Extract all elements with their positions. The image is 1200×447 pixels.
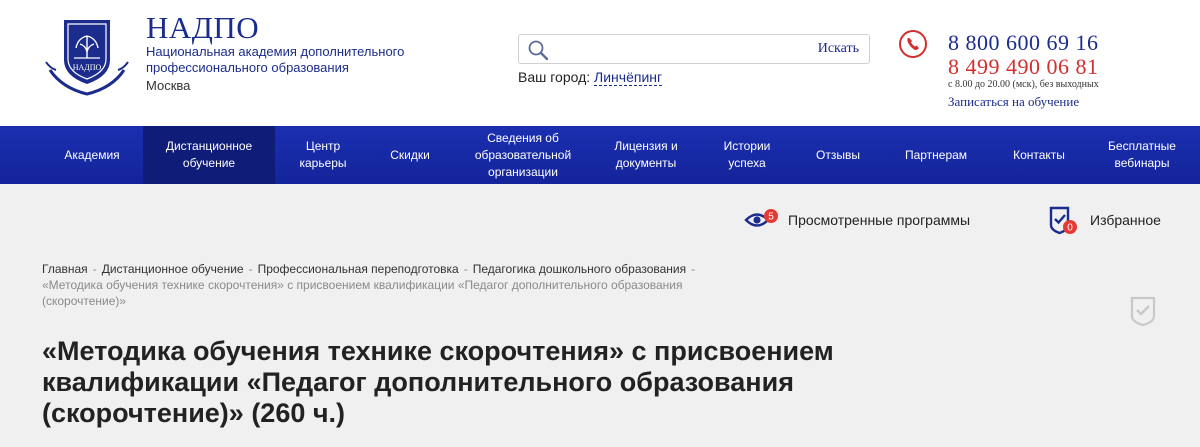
nav-item-contacts[interactable]: Контакты [994, 126, 1084, 184]
site-header: НАДПО НАДПО Национальная академия дополн… [0, 0, 1200, 126]
phone-primary[interactable]: 8 800 600 69 16 [948, 30, 1099, 56]
working-hours: с 8.00 до 20.00 (мск), без выходных [948, 79, 1099, 90]
nav-item-academy[interactable]: Академия [44, 126, 140, 184]
brand-city: Москва [146, 78, 191, 93]
breadcrumb: Главная - Дистанционное обучение - Профессио… [42, 261, 762, 309]
add-to-favorites-icon[interactable] [1130, 296, 1156, 326]
nav-item-success-stories[interactable]: Истории успеха [706, 126, 788, 184]
brand-title[interactable]: НАДПО [146, 12, 259, 44]
breadcrumb-home[interactable]: Главная [42, 262, 88, 276]
breadcrumb-separator: - [248, 262, 253, 276]
search-box: Искать [518, 34, 870, 64]
favorites-link[interactable]: Избранное [1090, 212, 1161, 228]
nav-item-license[interactable]: Лицензия и документы [600, 126, 692, 184]
nav-item-discounts[interactable]: Скидки [370, 126, 450, 184]
city-link[interactable]: Линчёпинг [594, 69, 663, 86]
academy-logo[interactable]: НАДПО [42, 14, 132, 98]
breadcrumb-retraining[interactable]: Профессиональная переподготовка [258, 262, 459, 276]
logo-text: НАДПО [73, 63, 102, 72]
breadcrumb-separator: - [92, 262, 97, 276]
nav-item-partners[interactable]: Партнерам [890, 126, 982, 184]
city-label: Ваш город: [518, 69, 591, 85]
breadcrumb-current: «Методика обучения технике скорочтения» … [42, 278, 683, 308]
search-input[interactable] [555, 38, 805, 60]
favorites-icon[interactable]: 0 [1048, 205, 1078, 235]
breadcrumb-separator: - [463, 262, 468, 276]
favorites-count-badge: 0 [1067, 223, 1073, 234]
breadcrumb-preschool-pedagogy[interactable]: Педагогика дошкольного образования [473, 262, 686, 276]
brand-subtitle: Национальная академия дополнительного пр… [146, 44, 405, 75]
nav-item-reviews[interactable]: Отзывы [798, 126, 878, 184]
eye-icon[interactable]: 5 [744, 207, 780, 233]
nav-item-free-webinars[interactable]: Бесплатные вебинары [1094, 126, 1190, 184]
phone-icon [899, 30, 927, 58]
breadcrumb-separator: - [691, 262, 696, 276]
search-icon [528, 40, 549, 61]
page-title: «Методика обучения технике скорочтения» … [42, 336, 834, 428]
viewed-count-badge: 5 [768, 212, 774, 223]
breadcrumb-distance-learning[interactable]: Дистанционное обучение [102, 262, 244, 276]
search-button[interactable]: Искать [818, 41, 859, 57]
nav-item-org-info[interactable]: Сведения об образовательной организации [458, 126, 588, 184]
main-nav: Академия Дистанционное обучение Центр ка… [0, 126, 1200, 184]
nav-item-distance-learning[interactable]: Дистанционное обучение [143, 126, 275, 184]
viewed-programs-link[interactable]: Просмотренные программы [788, 212, 970, 228]
phone-secondary[interactable]: 8 499 490 06 81 [948, 54, 1099, 80]
city-selector: Ваш город: Линчёпинг [518, 69, 663, 86]
enroll-link[interactable]: Записаться на обучение [948, 94, 1079, 110]
nav-item-career-center[interactable]: Центр карьеры [283, 126, 363, 184]
